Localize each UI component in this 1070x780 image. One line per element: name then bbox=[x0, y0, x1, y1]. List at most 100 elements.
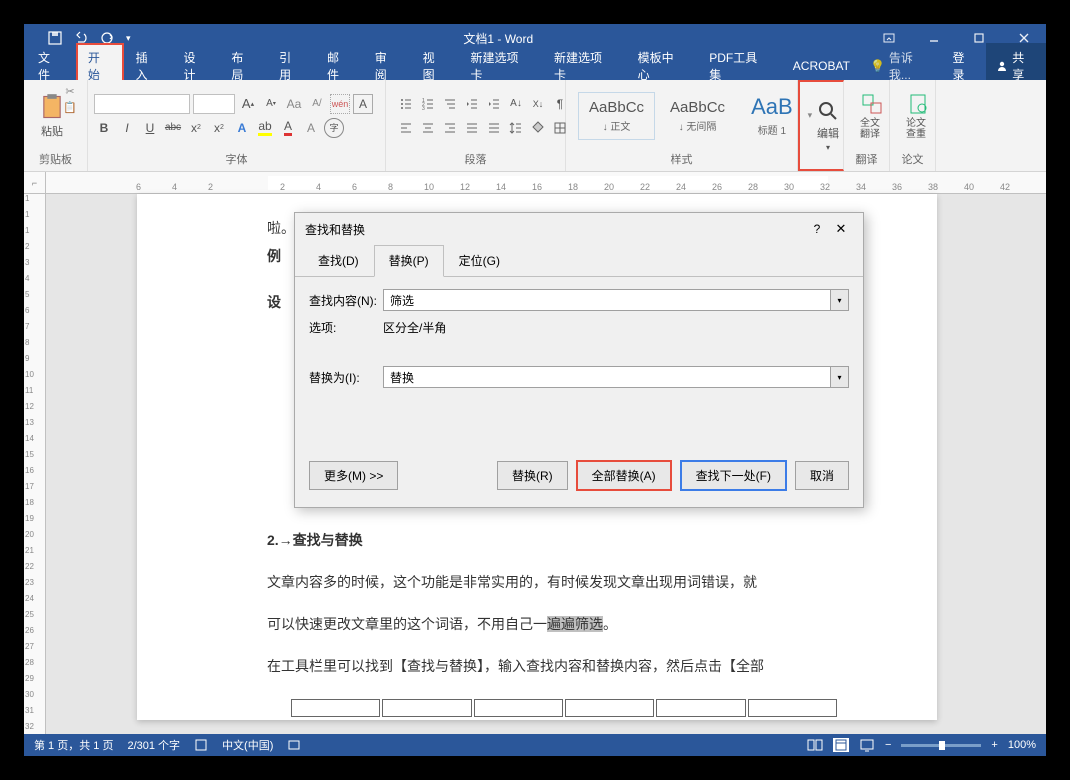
grow-font-icon[interactable]: A▴ bbox=[238, 94, 258, 114]
font-color-icon[interactable]: A bbox=[278, 118, 298, 138]
font-size-select[interactable] bbox=[193, 94, 235, 114]
table-fragment bbox=[289, 697, 839, 719]
more-button[interactable]: 更多(M) >> bbox=[309, 461, 398, 490]
status-spellcheck-icon[interactable] bbox=[194, 738, 208, 752]
enclose-char-icon[interactable]: 字 bbox=[324, 118, 344, 138]
clear-format-icon[interactable]: wén bbox=[330, 94, 350, 114]
group-clipboard-label: 剪贴板 bbox=[28, 149, 83, 169]
options-value: 区分全/半角 bbox=[383, 319, 446, 336]
search-icon bbox=[816, 99, 840, 123]
strike-icon[interactable]: abc bbox=[163, 118, 183, 138]
replace-input[interactable] bbox=[383, 366, 831, 388]
find-input[interactable] bbox=[383, 289, 831, 311]
view-print-icon[interactable] bbox=[833, 738, 849, 752]
phonetic-icon[interactable]: A/ bbox=[307, 94, 327, 114]
lightbulb-icon: 💡 bbox=[870, 59, 885, 73]
find-next-button[interactable]: 查找下一处(F) bbox=[680, 460, 787, 491]
ruler-corner: ⌐ bbox=[24, 172, 46, 194]
align-left-icon[interactable] bbox=[396, 118, 416, 138]
zoom-in-icon[interactable]: + bbox=[991, 739, 997, 751]
text-effects-icon[interactable]: A bbox=[232, 118, 252, 138]
style-heading1[interactable]: AaB 标题 1 bbox=[740, 87, 804, 144]
clipboard-icon bbox=[38, 93, 66, 121]
status-lang[interactable]: 中文(中国) bbox=[222, 737, 273, 753]
text-direction-icon[interactable]: A↓ bbox=[506, 94, 526, 114]
style-nospace[interactable]: AaBbCc ↓ 无间隔 bbox=[659, 92, 736, 140]
zoom-value[interactable]: 100% bbox=[1008, 739, 1036, 751]
scissors-icon: ✂ bbox=[65, 85, 74, 98]
char-shading-icon[interactable]: A bbox=[301, 118, 321, 138]
line-spacing-icon[interactable] bbox=[506, 118, 526, 138]
italic-icon[interactable]: I bbox=[117, 118, 137, 138]
paper-icon bbox=[906, 92, 930, 116]
char-border-icon[interactable]: A bbox=[353, 94, 373, 114]
replace-dropdown-icon[interactable]: ▾ bbox=[831, 366, 849, 388]
distribute-icon[interactable] bbox=[484, 118, 504, 138]
ruler-vertical[interactable]: 1112345678910111213141516171819202122232… bbox=[24, 194, 46, 734]
group-paper-label: 论文 bbox=[894, 149, 931, 169]
dialog-tab-goto[interactable]: 定位(G) bbox=[444, 245, 515, 276]
svg-text:3: 3 bbox=[422, 106, 425, 111]
minimize-icon[interactable] bbox=[911, 24, 956, 52]
zoom-slider[interactable] bbox=[901, 744, 981, 747]
status-insert-icon[interactable] bbox=[287, 738, 301, 752]
increase-indent-icon[interactable] bbox=[484, 94, 504, 114]
align-center-icon[interactable] bbox=[418, 118, 438, 138]
find-dropdown-icon[interactable]: ▾ bbox=[831, 289, 849, 311]
replace-all-button[interactable]: 全部替换(A) bbox=[576, 460, 672, 491]
bold-icon[interactable]: B bbox=[94, 118, 114, 138]
replace-button[interactable]: 替换(R) bbox=[497, 461, 568, 490]
close-icon[interactable]: ✕ bbox=[829, 221, 853, 237]
doc-para: 可以快速更改文章里的这个词语，不用自己一遍遍筛选。 bbox=[267, 610, 807, 638]
status-page[interactable]: 第 1 页，共 1 页 bbox=[34, 737, 113, 753]
paste-button[interactable]: ✂ 📋 粘贴 bbox=[30, 89, 74, 143]
text-highlight-icon[interactable]: ab bbox=[255, 118, 275, 138]
superscript-icon[interactable]: x2 bbox=[209, 118, 229, 138]
status-words[interactable]: 2/301 个字 bbox=[127, 737, 180, 753]
dialog-tab-replace[interactable]: 替换(P) bbox=[374, 245, 444, 277]
ruler-horizontal[interactable]: 6422468101214161820222426283032343638404… bbox=[46, 172, 1046, 194]
tell-me[interactable]: 💡告诉我... bbox=[862, 49, 942, 83]
align-justify-icon[interactable] bbox=[462, 118, 482, 138]
cancel-button[interactable]: 取消 bbox=[795, 461, 849, 490]
options-label: 选项: bbox=[309, 319, 383, 336]
translate-button[interactable]: 全文翻译 bbox=[850, 88, 894, 144]
change-case-icon[interactable]: Aa bbox=[284, 94, 304, 114]
tab-acrobat[interactable]: ACROBAT bbox=[781, 53, 862, 79]
view-web-icon[interactable] bbox=[859, 738, 875, 752]
copy-icon: 📋 bbox=[63, 101, 77, 114]
replace-label: 替换为(I): bbox=[309, 369, 383, 386]
sort-icon[interactable]: X↓ bbox=[528, 94, 548, 114]
view-read-icon[interactable] bbox=[807, 738, 823, 752]
doc-para: 文章内容多的时候，这个功能是非常实用的，有时候发现文章出现用词错误，就 bbox=[267, 568, 807, 596]
doc-para: 在工具栏里可以找到【查找与替换】，输入查找内容和替换内容，然后点击【全部 bbox=[267, 652, 807, 680]
maximize-icon[interactable] bbox=[956, 24, 1001, 52]
person-icon bbox=[996, 60, 1008, 72]
style-normal[interactable]: AaBbCc ↓ 正文 bbox=[578, 92, 655, 140]
bullets-icon[interactable] bbox=[396, 94, 416, 114]
translate-icon bbox=[860, 92, 884, 116]
ribbon-display-icon[interactable] bbox=[866, 24, 911, 52]
close-icon[interactable] bbox=[1001, 24, 1046, 52]
numbering-icon[interactable]: 123 bbox=[418, 94, 438, 114]
doc-heading: 2.→查找与替换 bbox=[267, 526, 807, 554]
group-styles-label: 样式 bbox=[570, 149, 793, 169]
papercheck-button[interactable]: 论文查重 bbox=[896, 88, 940, 144]
zoom-out-icon[interactable]: − bbox=[885, 739, 891, 751]
group-paragraph-label: 段落 bbox=[390, 149, 561, 169]
group-font-label: 字体 bbox=[92, 149, 381, 169]
shrink-font-icon[interactable]: A▾ bbox=[261, 94, 281, 114]
login-button[interactable]: 登录 bbox=[942, 49, 986, 83]
help-icon[interactable]: ? bbox=[805, 222, 829, 236]
find-label: 查找内容(N): bbox=[309, 292, 383, 309]
underline-icon[interactable]: U bbox=[140, 118, 160, 138]
align-right-icon[interactable] bbox=[440, 118, 460, 138]
decrease-indent-icon[interactable] bbox=[462, 94, 482, 114]
multilevel-icon[interactable] bbox=[440, 94, 460, 114]
find-replace-dialog: 查找和替换 ? ✕ 查找(D) 替换(P) 定位(G) 查找内容(N): ▾ 选… bbox=[294, 212, 864, 508]
font-family-select[interactable] bbox=[94, 94, 190, 114]
subscript-icon[interactable]: x2 bbox=[186, 118, 206, 138]
shading-icon[interactable] bbox=[528, 118, 548, 138]
dialog-title: 查找和替换 bbox=[305, 221, 805, 238]
dialog-tab-find[interactable]: 查找(D) bbox=[303, 245, 374, 276]
